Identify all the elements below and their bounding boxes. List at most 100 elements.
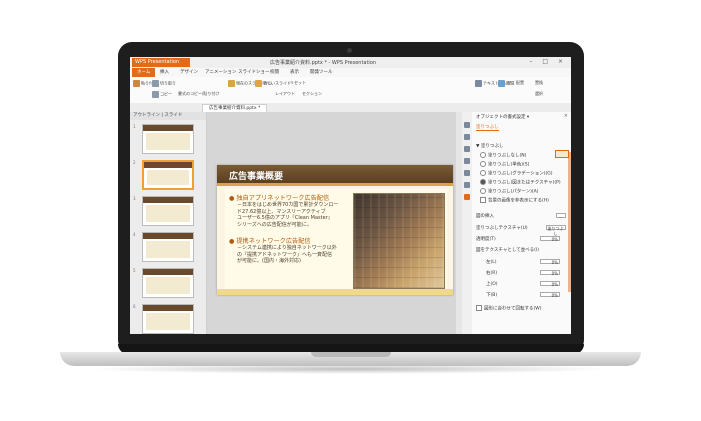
- bullet-body-1[interactable]: －日本をはじめ世界70カ国で累計ダウンロー ド27.62億以上、マンスリーアクテ…: [237, 202, 338, 228]
- pane-scrollbar[interactable]: [568, 152, 571, 292]
- new-slide-icon: [255, 80, 262, 87]
- format-painter-label: 書式のコピー/貼り付け: [178, 91, 220, 96]
- select-button[interactable]: 選択: [535, 91, 543, 97]
- pane-title[interactable]: オブジェクトの書式設定 ▾: [476, 114, 529, 120]
- layout-button[interactable]: レイアウト: [275, 91, 295, 97]
- menu-developer[interactable]: 開発ツール: [310, 69, 333, 75]
- radio-label: 塗りつぶし(図またはテクスチャ)(P): [488, 180, 561, 186]
- current-slide[interactable]: 広告事業概要 ● 独自アプリネットワーク広告配信 －日本をはじめ世界70カ国で累…: [217, 165, 453, 295]
- thumb-header: [143, 197, 193, 203]
- thumb-body: [146, 313, 190, 330]
- cut-icon: [152, 80, 159, 87]
- reset-button[interactable]: リセット: [290, 80, 306, 86]
- fill-section-header[interactable]: ▼ 塗りつぶし: [476, 143, 503, 149]
- thumb-header: [143, 125, 193, 131]
- slide-thumbnail-selected[interactable]: [142, 160, 194, 190]
- photo-texture: [354, 194, 444, 288]
- slide-thumbnail[interactable]: [142, 232, 194, 262]
- radio-label: 塗りつぶし(単色)(S): [488, 162, 530, 168]
- bullet-heading-1[interactable]: ● 独自アプリネットワーク広告配信: [229, 193, 329, 202]
- offset-right-label: 右(R): [486, 271, 498, 276]
- shapes-icon: [498, 80, 505, 87]
- fill-pattern-radio[interactable]: 塗りつぶし(パターン)(A): [480, 188, 538, 195]
- fill-solid-radio[interactable]: 塗りつぶし(単色)(S): [480, 161, 529, 168]
- transition-icon[interactable]: [464, 146, 470, 152]
- app-menu-button[interactable]: WPS Presentation: [132, 58, 190, 67]
- thumb-header: [144, 162, 192, 168]
- radio-icon: [480, 170, 486, 176]
- menu-animation[interactable]: アニメーション: [205, 69, 236, 75]
- replace-label: 置換: [535, 80, 543, 85]
- section-button[interactable]: セクション: [302, 91, 322, 97]
- menu-home[interactable]: ホーム: [132, 68, 156, 77]
- offset-top-field[interactable]: 0%: [540, 281, 560, 287]
- fill-picture-radio[interactable]: 塗りつぶし(図またはテクスチャ)(P): [480, 179, 561, 186]
- slide-thumbnail[interactable]: [142, 196, 194, 226]
- layout-label: レイアウト: [275, 91, 295, 96]
- offset-bottom-field[interactable]: 0%: [540, 292, 560, 298]
- offset-left-label: 左(L): [486, 260, 497, 265]
- properties-icon[interactable]: [464, 122, 470, 128]
- checkbox-label: 図形に合わせて回転する(W): [484, 306, 542, 312]
- backup-icon[interactable]: [464, 170, 470, 176]
- selection-icon[interactable]: [464, 158, 470, 164]
- close-icon[interactable]: ×: [564, 113, 568, 119]
- outline-slide-tabs[interactable]: アウトライン | スライド: [130, 112, 206, 120]
- thumb-body: [146, 241, 190, 258]
- arrange-label: 配置: [516, 80, 524, 85]
- laptop-notch: [310, 352, 391, 357]
- bullet-body-2[interactable]: －システム連携により独自ネットワーク以外 の『提携アドネットワーク』へも一斉配信…: [237, 245, 337, 265]
- tile-as-texture-label: 図をテクスチャとして並べる(I): [476, 248, 540, 253]
- share-icon[interactable]: [464, 182, 470, 188]
- radio-label: 塗りつぶし(パターン)(A): [488, 189, 539, 195]
- radio-label: 塗りつぶしなし(N): [488, 153, 527, 159]
- animation-icon[interactable]: [464, 134, 470, 140]
- slide-title[interactable]: 広告事業概要: [229, 169, 283, 182]
- menu-view[interactable]: 表示: [290, 69, 299, 75]
- offset-right-field[interactable]: 0%: [540, 270, 560, 276]
- bullet-line: ユーザー6.5億のアプリ『Clean Master』: [237, 215, 333, 221]
- rotate-with-shape-checkbox[interactable]: 図形に合わせて回転する(W): [476, 305, 541, 312]
- shapes-button[interactable]: 図形: [498, 80, 514, 87]
- menu-design[interactable]: デザイン: [180, 69, 198, 75]
- radio-icon: [480, 188, 486, 194]
- slide-number: 2: [133, 160, 136, 165]
- bullet-line: シリーズへの広告配信が可能に。: [237, 221, 312, 228]
- arrange-button[interactable]: 配置: [516, 80, 524, 86]
- building-interior-photo[interactable]: [353, 193, 445, 289]
- slide-header-band: 広告事業概要: [217, 165, 453, 183]
- window-title: 広告事業紹介資料.pptx * - WPS Presentation: [270, 60, 377, 66]
- slide-content-box[interactable]: ● 独自アプリネットワーク広告配信 －日本をはじめ世界70カ国で累計ダウンロー …: [225, 189, 447, 289]
- offset-left-field[interactable]: 0%: [540, 259, 560, 265]
- slide-thumbnail-pane: アウトライン | スライド 1 2 3 4 5 6: [130, 112, 207, 334]
- fill-none-radio[interactable]: 塗りつぶしなし(N): [480, 152, 526, 159]
- slide-thumbnail[interactable]: [142, 304, 194, 334]
- hide-background-checkbox[interactable]: 背景の画像を非表示にする(H): [480, 197, 549, 204]
- bullet-heading-1-text: 独自アプリネットワーク広告配信: [236, 195, 330, 202]
- slide-thumbnail[interactable]: [142, 268, 194, 298]
- fill-color-swatch[interactable]: [555, 150, 569, 158]
- radio-selected-icon: [480, 179, 486, 185]
- fill-tab[interactable]: 塗りつぶし: [476, 124, 499, 131]
- cut-button[interactable]: 切り取り: [152, 80, 176, 87]
- insert-picture-button[interactable]: …: [556, 213, 566, 219]
- format-icon[interactable]: [464, 194, 470, 200]
- slide-thumbnail[interactable]: [142, 124, 194, 154]
- format-painter-button[interactable]: 書式のコピー/貼り付け: [178, 91, 219, 97]
- copy-label: コピー: [160, 91, 172, 97]
- slide-editing-canvas[interactable]: 広告事業概要 ● 独自アプリネットワーク広告配信 －日本をはじめ世界70カ国で累…: [207, 112, 462, 334]
- bullet-heading-2[interactable]: ● 提携ネットワーク広告配信: [229, 236, 311, 245]
- transparency-field[interactable]: 0%: [540, 236, 560, 242]
- fill-gradient-radio[interactable]: 塗りつぶし(グラデーション)(G): [480, 170, 552, 177]
- new-slide-button[interactable]: 新しいスライド: [255, 80, 291, 87]
- menu-insert[interactable]: 挿入: [160, 69, 169, 75]
- texture-button[interactable]: 塗りつぶし: [546, 225, 566, 236]
- replace-button[interactable]: 置換: [535, 80, 543, 86]
- offset-bottom-label: 下(B): [486, 293, 498, 298]
- menu-review[interactable]: 校閲: [270, 69, 279, 75]
- window-controls[interactable]: – □ ×: [529, 58, 567, 65]
- reset-label: リセット: [290, 80, 306, 85]
- menu-slideshow[interactable]: スライドショー: [238, 69, 270, 75]
- paste-icon: [133, 80, 140, 87]
- copy-button[interactable]: コピー: [152, 91, 172, 98]
